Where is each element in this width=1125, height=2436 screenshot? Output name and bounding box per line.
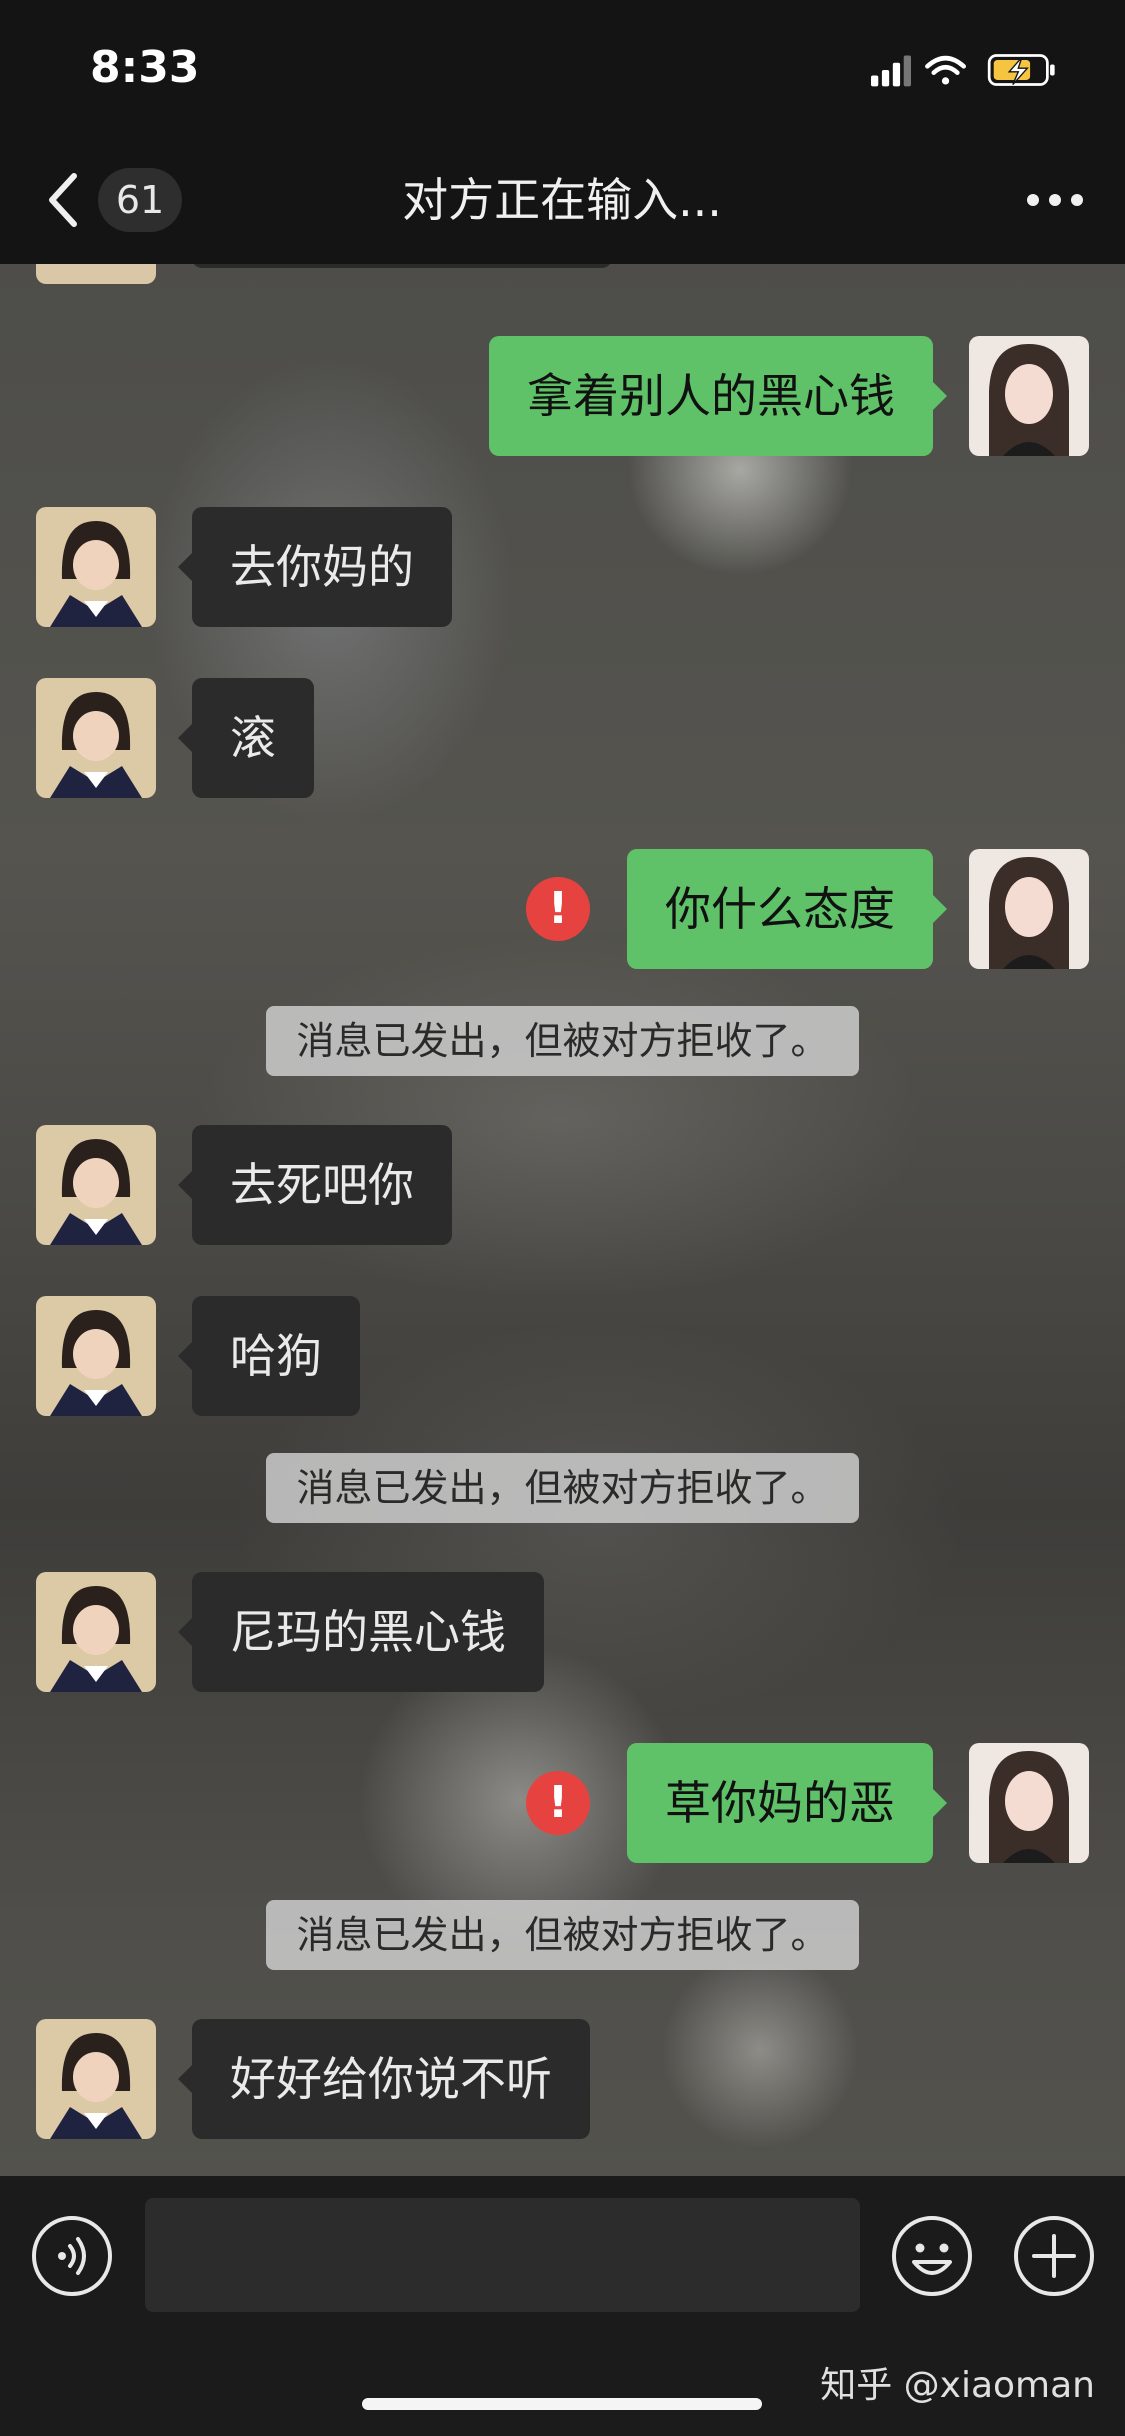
my-avatar[interactable]	[969, 336, 1089, 456]
exclamation-icon[interactable]: !	[526, 877, 590, 941]
message-row-outgoing: ! 草你妈的恶	[0, 1743, 1125, 1863]
message-bubble-incoming[interactable]: 去你妈的	[178, 507, 452, 627]
status-time: 8:33	[90, 42, 200, 93]
contact-avatar[interactable]	[36, 264, 156, 284]
message-bubble-outgoing[interactable]: 草你妈的恶	[627, 1743, 947, 1863]
message-row-incoming: 去死吧你	[0, 1125, 1125, 1245]
message-row-outgoing: 拿着别人的黑心钱	[0, 336, 1125, 456]
message-bubble-incoming[interactable]: 好好给你说不听	[178, 2019, 590, 2139]
chat-header: 61 对方正在输入...	[0, 140, 1125, 264]
smiley-icon[interactable]	[890, 2214, 974, 2298]
plus-circle-icon[interactable]	[1012, 2214, 1096, 2298]
message-rejected-notice: 消息已发出，但被对方拒收了。	[266, 1900, 859, 1970]
unread-count-badge[interactable]: 61	[98, 168, 182, 232]
contact-avatar[interactable]	[36, 1572, 156, 1692]
contact-avatar[interactable]	[36, 507, 156, 627]
message-bubble-outgoing[interactable]: 拿着别人的黑心钱	[489, 336, 947, 456]
system-notice-row: 消息已发出，但被对方拒收了。	[0, 1006, 1125, 1076]
ellipsis-icon[interactable]	[1025, 190, 1085, 210]
my-avatar[interactable]	[969, 849, 1089, 969]
contact-avatar[interactable]	[36, 678, 156, 798]
contact-avatar[interactable]	[36, 1125, 156, 1245]
contact-avatar[interactable]	[36, 2019, 156, 2139]
message-row-incoming: 好好给你说不听	[0, 2019, 1125, 2139]
system-notice-row: 消息已发出，但被对方拒收了。	[0, 1900, 1125, 1970]
home-indicator[interactable]	[362, 2398, 762, 2410]
watermark: 知乎 @xiaoman	[820, 2365, 1095, 2406]
message-bubble-incoming[interactable]: 哈狗	[178, 1296, 360, 1416]
message-rejected-notice: 消息已发出，但被对方拒收了。	[266, 1006, 859, 1076]
message-row-outgoing: ! 你什么态度	[0, 849, 1125, 969]
message-bubble-incoming[interactable]: 滚	[178, 678, 314, 798]
message-bubble-incoming[interactable]: 去死吧你	[178, 1125, 452, 1245]
wifi-icon	[925, 55, 966, 85]
message-row-incoming: 滚	[0, 678, 1125, 798]
message-list[interactable]: 拿着别人的黑心钱 去你妈的 滚 ! 你什么态度 消息已发出，但被对方拒收了。 去…	[0, 264, 1125, 2176]
message-rejected-notice: 消息已发出，但被对方拒收了。	[266, 1453, 859, 1523]
my-avatar[interactable]	[969, 1743, 1089, 1863]
message-row-incoming: 哈狗	[0, 1296, 1125, 1416]
input-toolbar: 知乎 @xiaoman	[0, 2176, 1125, 2436]
chevron-left-icon[interactable]	[40, 170, 90, 230]
exclamation-icon[interactable]: !	[526, 1771, 590, 1835]
voice-icon[interactable]	[30, 2214, 114, 2298]
status-bar: 8:33	[0, 0, 1125, 140]
system-notice-row: 消息已发出，但被对方拒收了。	[0, 1453, 1125, 1523]
chat-title: 对方正在输入...	[402, 173, 722, 227]
message-row-incoming: 尼玛的黑心钱	[0, 1572, 1125, 1692]
contact-avatar[interactable]	[36, 1296, 156, 1416]
message-bubble-outgoing[interactable]: 你什么态度	[627, 849, 947, 969]
status-icons	[871, 54, 1055, 87]
message-bubble-incoming[interactable]: 尼玛的黑心钱	[178, 1572, 544, 1692]
message-bubble-partial	[192, 264, 612, 268]
battery-charging-icon	[987, 54, 1055, 86]
signal-icon	[871, 55, 911, 87]
message-row-incoming: 去你妈的	[0, 507, 1125, 627]
message-input[interactable]	[145, 2198, 860, 2312]
